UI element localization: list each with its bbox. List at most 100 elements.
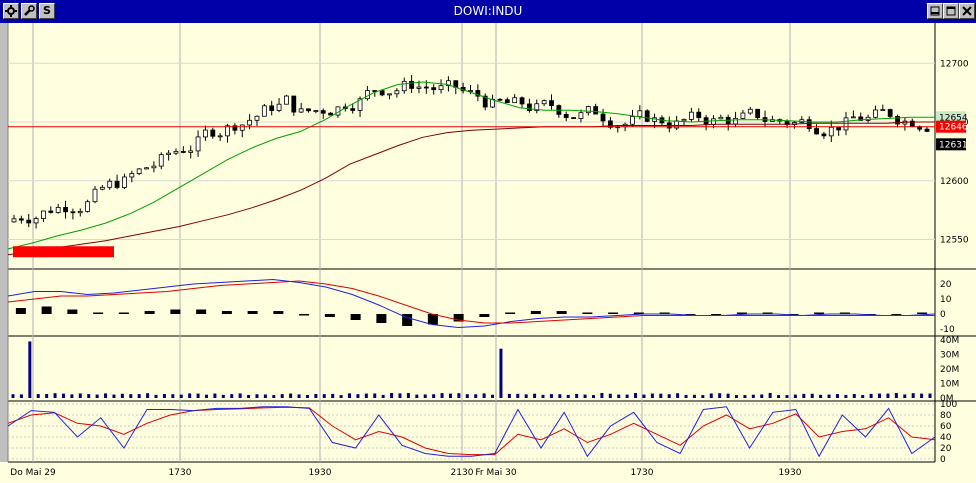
volume-bar [440, 393, 444, 398]
candle-body [261, 105, 267, 117]
candle-body [85, 201, 91, 212]
volume-bar [852, 394, 856, 398]
volume-bar [154, 394, 158, 398]
y-tick-label: 10M [940, 380, 959, 390]
volume-bar [760, 394, 764, 398]
macd-histogram-bar [221, 311, 232, 314]
y-tick-label: 12550 [940, 236, 969, 246]
candle-body [600, 113, 606, 122]
volume-bar [112, 394, 116, 398]
volume-bar [894, 393, 898, 398]
candle-body [401, 80, 407, 92]
candle-body [48, 210, 54, 213]
volume-bar [835, 394, 839, 398]
macd-histogram-bar [582, 312, 593, 314]
candle-body [630, 116, 635, 125]
volume-bar [339, 395, 343, 398]
close-icon[interactable] [959, 3, 975, 19]
volume-bar [575, 393, 579, 398]
macd-histogram-bar [196, 309, 207, 314]
settings-icon[interactable] [3, 3, 19, 19]
candle-body [873, 109, 878, 118]
volume-bar [861, 395, 865, 398]
candle-body [328, 112, 334, 116]
candle-body [313, 110, 319, 112]
y-tick-label: 40 [940, 433, 952, 443]
volume-bar [692, 394, 696, 398]
candle-body [77, 210, 83, 214]
macd-histogram-bar [608, 312, 619, 314]
volume-bar [558, 394, 562, 398]
maximize-icon[interactable] [943, 3, 959, 19]
candle-body [365, 90, 370, 100]
candle-body [387, 93, 392, 96]
candle-body [41, 210, 46, 219]
volume-bar [533, 393, 537, 398]
volume-bar [617, 394, 621, 398]
macd-histogram-bar [93, 312, 104, 314]
volume-bar [255, 394, 259, 398]
candle-body [733, 117, 738, 125]
y-tick-label: 20 [940, 280, 952, 290]
candle-body [320, 110, 326, 114]
volume-bar [793, 394, 797, 398]
candle-body [836, 126, 842, 131]
volume-bar [507, 393, 511, 398]
volume-bar [676, 393, 680, 398]
volume-bar [289, 393, 293, 398]
volume-bar [398, 393, 402, 398]
volume-bar [61, 393, 65, 398]
wrench-icon[interactable] [21, 3, 37, 19]
macd-histogram-bar [144, 311, 155, 314]
macd-histogram-bar [814, 312, 825, 314]
macd-histogram-bar [118, 312, 129, 314]
volume-bar [221, 394, 225, 398]
volume-bar [608, 393, 612, 398]
y-tick-label: 0 [940, 310, 946, 320]
volume-bar [263, 394, 267, 398]
candle-body [497, 98, 503, 101]
volume-bar [751, 394, 755, 398]
candle-body [379, 90, 385, 96]
y-tick-label: 12700 [940, 59, 969, 69]
volume-bar [171, 394, 175, 398]
volume-bar [642, 394, 646, 398]
candle-body [409, 80, 414, 89]
volume-bar [482, 393, 486, 398]
candle-body [151, 165, 157, 169]
candle-body [549, 100, 554, 106]
candle-body [298, 108, 304, 113]
macd-histogram-bar [505, 312, 516, 314]
candle-body [519, 97, 525, 105]
volume-bar [591, 395, 595, 398]
candle-body [740, 112, 746, 119]
s-button[interactable]: S [39, 3, 55, 19]
y-tick-label: 40M [940, 336, 959, 346]
candle-body [416, 86, 422, 89]
candle-body [210, 129, 216, 137]
volume-bar [600, 392, 604, 398]
window-title: DOWI:INDU [453, 4, 523, 18]
candle-body [122, 176, 127, 188]
y-tick-label: 0 [940, 455, 946, 465]
volume-bar [457, 393, 461, 398]
candle-body [880, 109, 886, 111]
minimize-icon[interactable] [927, 3, 943, 19]
candle-body [747, 108, 753, 114]
macd-histogram-bar [530, 311, 541, 314]
candle-body [431, 87, 437, 91]
macd-histogram-bar [299, 314, 310, 316]
volume-bar [213, 393, 217, 398]
candle-body [195, 136, 201, 152]
volume-bar [448, 393, 452, 398]
volume-bar [305, 395, 309, 398]
candle-body [188, 150, 194, 153]
candle-body [217, 135, 223, 138]
candle-body [718, 116, 724, 120]
volume-bar [886, 393, 890, 398]
volume-bar [373, 393, 377, 398]
macd-histogram-bar [350, 314, 361, 320]
candle-body [571, 117, 576, 119]
candle-body [284, 95, 289, 105]
candle-body [70, 211, 76, 214]
